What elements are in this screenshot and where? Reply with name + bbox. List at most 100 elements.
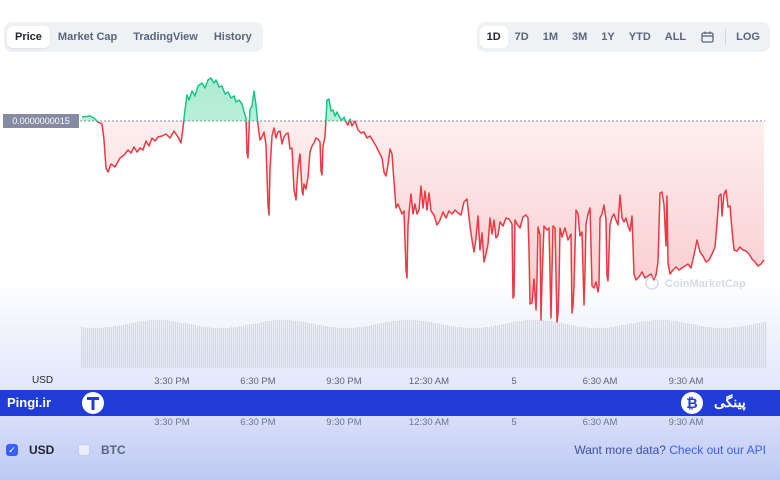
volume-bar <box>373 325 375 368</box>
volume-bar <box>151 320 153 368</box>
volume-bar <box>85 328 87 368</box>
volume-bar <box>633 323 635 368</box>
volume-bar <box>593 328 595 368</box>
x-tick-label: 3:30 PM <box>154 376 189 387</box>
volume-bar <box>133 323 135 368</box>
btc-checkbox[interactable] <box>78 444 90 456</box>
banner-site-text: Pingi.ir <box>7 395 52 410</box>
volume-bar <box>671 321 673 368</box>
volume-bar <box>125 324 127 368</box>
log-toggle[interactable]: LOG <box>729 26 767 48</box>
timeframe-1y[interactable]: 1Y <box>594 26 621 48</box>
volume-bar <box>215 328 217 368</box>
volume-bar <box>607 328 609 368</box>
volume-bar <box>101 328 103 368</box>
x-tick-label: 9:30 PM <box>326 417 361 428</box>
volume-bar <box>165 320 167 368</box>
volume-bar <box>613 327 615 368</box>
volume-bar <box>265 321 267 368</box>
volume-bar <box>759 323 761 368</box>
volume-bar <box>559 323 561 368</box>
volume-bar <box>545 321 547 368</box>
volume-bar <box>365 326 367 368</box>
volume-bar <box>567 324 569 368</box>
volume-bar <box>329 327 331 368</box>
x-axis-bottom: 3:30 PM 6:30 PM 9:30 PM 12:30 AM 5 6:30 AM 9:3… <box>154 417 703 428</box>
volume-bar <box>277 320 279 368</box>
volume-bar <box>513 322 515 368</box>
timeframe-tabs: 1D 7D 1M 3M 1Y YTD ALL LOG <box>476 22 770 52</box>
volume-bar <box>733 327 735 368</box>
volume-bar <box>753 324 755 368</box>
btc-label[interactable]: BTC <box>101 443 126 457</box>
volume-bar <box>693 324 695 368</box>
timeframe-3m[interactable]: 3M <box>565 26 594 48</box>
usd-label[interactable]: USD <box>29 443 54 457</box>
volume-bar <box>537 320 539 368</box>
timeframe-ytd[interactable]: YTD <box>622 26 658 48</box>
volume-bar <box>423 321 425 368</box>
volume-bar <box>307 323 309 368</box>
volume-bar <box>137 322 139 368</box>
volume-bar <box>611 327 613 368</box>
volume-bar <box>531 320 533 368</box>
volume-bar <box>523 321 525 368</box>
volume-bar <box>367 326 369 368</box>
tab-price[interactable]: Price <box>7 26 50 48</box>
volume-bar <box>385 322 387 368</box>
volume-bar <box>167 320 169 368</box>
volume-bar <box>697 325 699 368</box>
volume-bar <box>139 322 141 368</box>
volume-bar <box>589 328 591 368</box>
tab-tradingview[interactable]: TradingView <box>125 26 206 48</box>
volume-bar <box>659 320 661 368</box>
timeframe-1m[interactable]: 1M <box>536 26 565 48</box>
volume-bar <box>573 325 575 368</box>
x-tick-label: 6:30 PM <box>240 417 275 428</box>
volume-bar <box>687 323 689 368</box>
volume-bar <box>493 326 495 368</box>
volume-bar <box>337 328 339 368</box>
volume-bar <box>147 320 149 368</box>
x-tick-label: 6:30 AM <box>583 417 618 428</box>
volume-bar <box>581 327 583 368</box>
timeframe-1d[interactable]: 1D <box>479 26 508 48</box>
volume-bar <box>97 328 99 368</box>
volume-bar <box>527 320 529 368</box>
volume-bar <box>477 328 479 368</box>
volume-bar <box>271 321 273 368</box>
volume-bar <box>637 322 639 368</box>
x-tick-label: 9:30 AM <box>669 417 704 428</box>
tab-history[interactable]: History <box>206 26 260 48</box>
volume-bar <box>597 328 599 368</box>
volume-bar <box>285 320 287 368</box>
volume-bar <box>541 320 543 368</box>
volume-bar <box>217 328 219 368</box>
volume-bar <box>485 327 487 368</box>
volume-bar <box>471 328 473 368</box>
timeframe-7d[interactable]: 7D <box>508 26 536 48</box>
volume-bar <box>225 328 227 368</box>
volume-bar <box>145 321 147 368</box>
volume-bar <box>199 326 201 368</box>
volume-bar <box>511 322 513 368</box>
api-link[interactable]: Check out our API <box>669 443 766 457</box>
volume-bar <box>231 327 233 368</box>
volume-bar <box>463 328 465 368</box>
tab-market-cap[interactable]: Market Cap <box>50 26 125 48</box>
volume-bar <box>247 325 249 368</box>
volume-bar <box>223 328 225 368</box>
usd-checkbox[interactable]: ✓ <box>6 444 18 456</box>
volume-bar <box>209 327 211 368</box>
volume-bar <box>609 327 611 368</box>
volume-bar <box>407 320 409 368</box>
volume-bar <box>261 322 263 368</box>
volume-bar <box>177 322 179 368</box>
calendar-icon[interactable] <box>693 26 722 48</box>
volume-bar <box>369 326 371 368</box>
volume-bar <box>459 327 461 368</box>
volume-bar <box>105 327 107 368</box>
volume-bar <box>123 325 125 368</box>
volume-bar <box>507 323 509 368</box>
timeframe-all[interactable]: ALL <box>658 26 693 48</box>
